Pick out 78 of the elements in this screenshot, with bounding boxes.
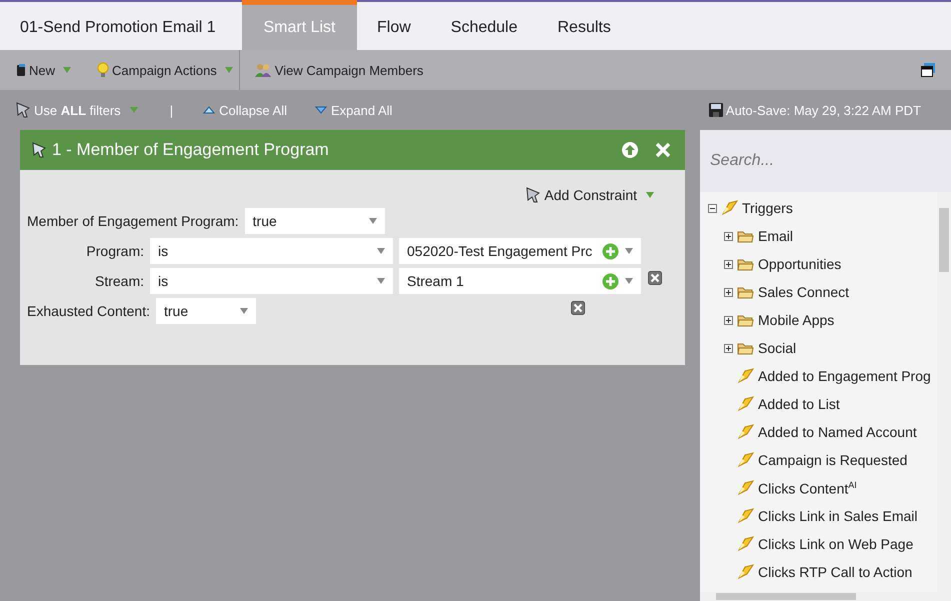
tab[interactable]: Results bbox=[538, 0, 631, 50]
value-dropdown[interactable]: 052020-Test Engagement Prc bbox=[399, 238, 641, 264]
caret-icon bbox=[377, 278, 385, 284]
tree-item[interactable]: Added to Engagement Prog bbox=[758, 368, 931, 384]
value-dropdown[interactable]: true bbox=[156, 298, 256, 324]
folder-icon bbox=[737, 341, 754, 355]
scrollbar[interactable] bbox=[700, 592, 951, 601]
scrollbar[interactable] bbox=[937, 192, 951, 592]
expand-toggle-icon[interactable] bbox=[724, 344, 733, 352]
folder-icon bbox=[737, 313, 754, 327]
filter-title: 1 - Member of Engagement Program bbox=[52, 140, 329, 160]
tree-item[interactable]: Email bbox=[758, 228, 794, 244]
field-label: Stream: bbox=[94, 273, 144, 289]
tree-item[interactable]: Clicks Link in Sales Email bbox=[758, 508, 918, 524]
campaign-title-tab[interactable]: 01-Send Promotion Email 1 bbox=[0, 0, 242, 50]
expand-toggle-icon[interactable] bbox=[724, 288, 733, 296]
caret-icon bbox=[646, 192, 654, 198]
lightning-icon bbox=[737, 368, 754, 384]
caret-icon bbox=[625, 248, 633, 254]
operator-dropdown[interactable]: is bbox=[150, 238, 393, 264]
book-icon bbox=[16, 63, 26, 77]
search-field[interactable]: Search... bbox=[700, 130, 951, 192]
tree-item[interactable]: Campaign is Requested bbox=[758, 452, 908, 468]
caret-icon bbox=[368, 218, 377, 224]
value-dropdown[interactable]: true bbox=[244, 208, 385, 234]
separator: | bbox=[170, 102, 174, 118]
lightning-icon bbox=[737, 424, 754, 440]
tree-item[interactable]: Clicks Content$^{AI}$ bbox=[758, 480, 857, 496]
tree-item[interactable]: Triggers bbox=[742, 200, 793, 216]
lightbulb-icon bbox=[97, 62, 110, 78]
arrow-up-icon bbox=[621, 141, 639, 159]
toolbar-button[interactable]: Campaign Actions bbox=[97, 50, 233, 90]
caret-icon bbox=[377, 248, 385, 254]
triangle-up-icon bbox=[203, 106, 216, 114]
tree-item[interactable]: Clicks Link on Web Page bbox=[758, 536, 914, 552]
lightning-icon bbox=[737, 508, 754, 524]
caret-icon bbox=[224, 67, 233, 73]
expand-toggle-icon[interactable] bbox=[724, 316, 733, 324]
expand-toggle-icon[interactable] bbox=[724, 232, 733, 240]
tree-item[interactable]: Added to List bbox=[758, 396, 840, 412]
tree-item[interactable]: Social bbox=[758, 340, 796, 356]
tree-item[interactable]: Added to Named Account bbox=[758, 424, 917, 440]
tree-item[interactable]: Opportunities bbox=[758, 256, 842, 272]
triangle-down-icon bbox=[315, 106, 328, 114]
caret-icon bbox=[625, 278, 633, 284]
lightning-icon bbox=[737, 536, 754, 552]
expand-toggle-icon[interactable] bbox=[724, 260, 733, 268]
window-icon bbox=[921, 63, 935, 77]
tree-item[interactable]: Mobile Apps bbox=[758, 312, 834, 328]
caret-icon bbox=[130, 107, 138, 113]
folder-icon bbox=[737, 229, 754, 243]
lightning-icon bbox=[737, 396, 754, 412]
plus-icon bbox=[602, 272, 619, 290]
tab[interactable]: Schedule bbox=[430, 0, 538, 50]
add-constraint-button[interactable]: Add Constraint bbox=[526, 185, 654, 204]
field-label: Member of Engagement Program: bbox=[27, 213, 239, 229]
lightning-icon bbox=[737, 564, 754, 580]
lightning-icon bbox=[721, 200, 738, 216]
autosave-status: Auto-Save: May 29, 3:22 AM PDT bbox=[726, 102, 921, 118]
field-label: Exhausted Content: bbox=[27, 303, 150, 319]
field-label: Program: bbox=[85, 243, 144, 259]
people-icon bbox=[254, 62, 272, 78]
value-dropdown[interactable]: Stream 1 bbox=[399, 268, 641, 294]
lightning-icon bbox=[737, 480, 754, 496]
close-icon bbox=[655, 142, 671, 158]
lightning-icon bbox=[737, 452, 754, 468]
plus-icon bbox=[602, 242, 619, 260]
operator-dropdown[interactable]: is bbox=[150, 268, 393, 294]
folder-icon bbox=[737, 257, 754, 271]
caret-icon bbox=[240, 308, 248, 314]
toolbar-button[interactable]: View Campaign Members bbox=[238, 50, 424, 90]
collapse-toggle-icon[interactable] bbox=[708, 204, 717, 212]
folder-icon bbox=[737, 285, 754, 299]
tree-item[interactable]: Sales Connect bbox=[758, 284, 850, 300]
toolbar-button[interactable]: New bbox=[16, 50, 72, 90]
tab[interactable]: Flow bbox=[357, 0, 431, 50]
caret-icon bbox=[63, 67, 72, 73]
tree-item[interactable]: Clicks RTP Call to Action bbox=[758, 564, 912, 580]
